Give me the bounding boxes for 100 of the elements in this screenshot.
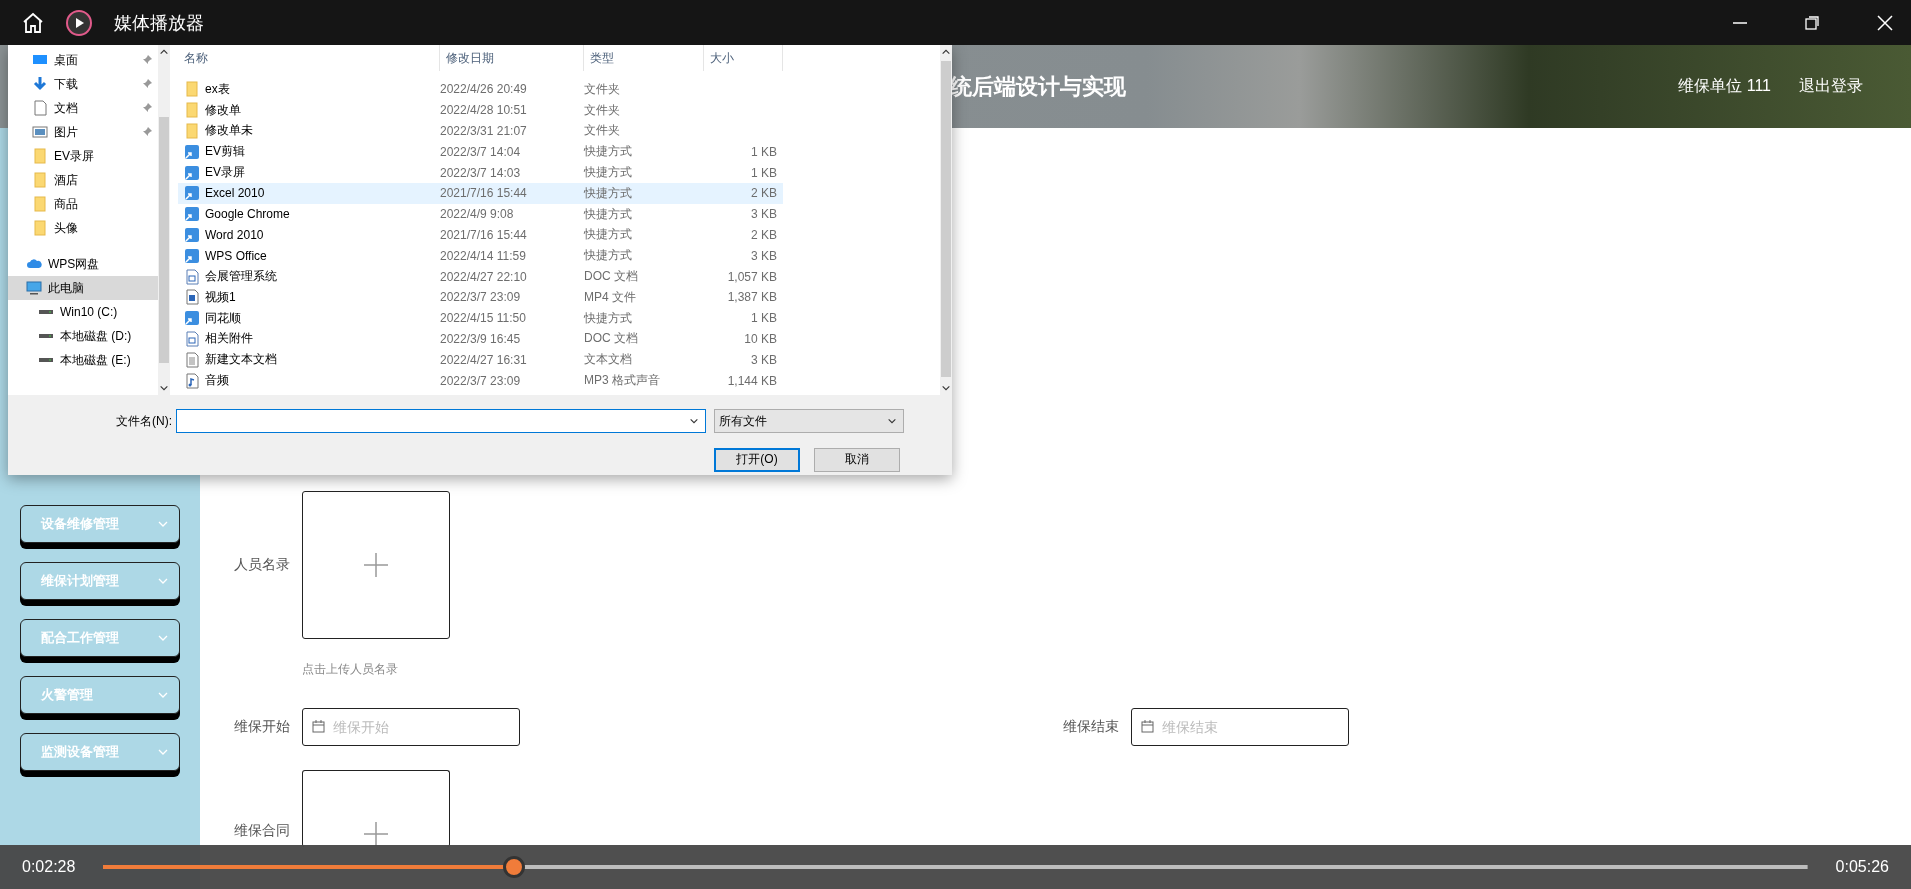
file-size: 10 KB: [743, 331, 777, 346]
file-row[interactable]: 修改单未 2022/3/31 21:07 文件夹: [178, 120, 783, 142]
column-header[interactable]: 名称: [178, 45, 440, 71]
file-name: 同花顺: [205, 309, 241, 327]
file-type: 快捷方式: [583, 247, 633, 265]
nav-item[interactable]: 此电脑: [8, 276, 158, 300]
file-row[interactable]: EV录屏 2022/3/7 14:03 快捷方式 1 KB: [178, 162, 783, 183]
file-name: 会展管理系统: [205, 268, 277, 286]
file-type: MP4 文件: [583, 288, 637, 306]
file-row[interactable]: WPS Office 2022/4/14 11:59 快捷方式 3 KB: [178, 245, 783, 267]
file-date: 2022/3/7 14:03: [439, 165, 522, 180]
nav-item[interactable]: 下载: [8, 72, 158, 96]
file-date: 2022/4/28 10:51: [439, 103, 528, 118]
file-date: 2022/3/31 21:07: [439, 124, 528, 138]
file-row[interactable]: 同花顺 2022/4/15 11:50 快捷方式 1 KB: [178, 307, 783, 329]
file-type-select[interactable]: 所有文件: [714, 409, 904, 434]
file-size: 1 KB: [750, 165, 777, 180]
file-type: 快捷方式: [583, 184, 633, 202]
nav-item[interactable]: EV录屏: [8, 144, 158, 168]
nav-item[interactable]: 头像: [8, 216, 158, 240]
file-size: 2 KB: [750, 227, 777, 242]
nav-item[interactable]: 图片: [8, 120, 158, 144]
file-name: 新建文本文档: [205, 351, 277, 369]
file-date: 2022/3/7 14:04: [439, 144, 522, 159]
column-header[interactable]: 类型: [584, 45, 704, 71]
file-type: 文件夹: [583, 80, 621, 98]
file-row[interactable]: Word 2010 2021/7/16 15:44 快捷方式 2 KB: [178, 224, 783, 246]
file-name: ex表: [205, 80, 230, 98]
column-header[interactable]: 大小: [704, 45, 783, 71]
file-date: 2021/7/16 15:44: [439, 227, 528, 242]
date-field[interactable]: 维保开始: [302, 708, 520, 746]
logout-link[interactable]: 退出登录: [1799, 76, 1863, 97]
file-row[interactable]: Excel 2010 2021/7/16 15:44 快捷方式 2 KB: [178, 183, 783, 204]
nav-item[interactable]: 酒店: [8, 168, 158, 192]
file-type: 文件夹: [583, 101, 621, 119]
file-name: 相关附件: [205, 330, 253, 348]
file-type: 文件夹: [583, 122, 621, 140]
field-label: 维保开始: [234, 718, 291, 736]
file-name: 修改单: [205, 101, 241, 119]
file-row[interactable]: 相关附件 2022/3/9 16:45 DOC 文档 10 KB: [178, 328, 783, 350]
file-type: 快捷方式: [583, 309, 633, 327]
file-size: 1 KB: [750, 311, 777, 326]
file-name: Word 2010: [205, 227, 264, 242]
file-date: 2022/4/27 22:10: [439, 269, 528, 284]
file-row[interactable]: 音频 2022/3/7 23:09 MP3 格式声音 1,144 KB: [178, 370, 783, 391]
nav-item[interactable]: Win10 (C:): [8, 300, 158, 324]
file-date: 2022/4/15 11:50: [439, 311, 527, 326]
nav-item[interactable]: 商品: [8, 192, 158, 216]
column-header[interactable]: 修改日期: [440, 45, 584, 71]
filename-label: 文件名(N):: [116, 412, 172, 430]
file-date: 2022/3/9 16:45: [439, 331, 522, 346]
cancel-button[interactable]: 取消: [814, 447, 900, 472]
nav-item[interactable]: 桌面: [8, 48, 158, 72]
file-type: 快捷方式: [583, 226, 633, 244]
file-type: 快捷方式: [583, 143, 633, 161]
date-field[interactable]: 维保结束: [1131, 708, 1349, 746]
file-row[interactable]: 视频1 2022/3/7 23:09 MP4 文件 1,387 KB: [178, 286, 783, 308]
field-label: 维保合同: [234, 821, 291, 840]
file-name: 视频1: [205, 288, 236, 306]
nav-item[interactable]: 本地磁盘 (D:): [8, 324, 158, 348]
file-row[interactable]: ex表 2022/4/26 20:49 文件夹: [178, 79, 783, 100]
file-row[interactable]: EV剪辑 2022/3/7 14:04 快捷方式 1 KB: [178, 141, 783, 163]
file-type: DOC 文档: [583, 330, 639, 348]
nav-item[interactable]: 文档: [8, 96, 158, 120]
file-row[interactable]: 新建文本文档 2022/4/27 16:31 文本文档 3 KB: [178, 349, 783, 371]
file-size: 3 KB: [750, 207, 777, 222]
nav-item[interactable]: WPS网盘: [8, 252, 158, 276]
file-name: 修改单未: [205, 122, 253, 140]
open-button[interactable]: 打开(O): [714, 447, 800, 472]
file-type: DOC 文档: [583, 268, 639, 286]
file-name: WPS Office: [205, 248, 267, 263]
file-size: 1,144 KB: [726, 373, 777, 388]
file-row[interactable]: Google Chrome 2022/4/9 9:08 快捷方式 3 KB: [178, 203, 783, 225]
file-date: 2022/4/9 9:08: [439, 207, 515, 222]
file-date: 2022/4/26 20:49: [439, 82, 528, 97]
file-type: 快捷方式: [583, 205, 633, 223]
file-size: 2 KB: [750, 186, 777, 201]
file-type: 文本文档: [583, 351, 633, 369]
file-size: 1,057 KB: [726, 269, 777, 284]
elapsed-time: 0:02:28: [22, 858, 76, 876]
user-name: 维保单位 111: [1678, 76, 1771, 96]
file-name: 音频: [205, 372, 229, 390]
field-label: 维保结束: [1063, 718, 1120, 736]
file-size: 1 KB: [750, 144, 777, 159]
app-title: 媒体播放器: [114, 11, 205, 35]
file-name: Excel 2010: [205, 186, 265, 201]
file-date: 2022/4/27 16:31: [439, 352, 528, 367]
file-size: 1,387 KB: [726, 290, 777, 305]
nav-item[interactable]: 本地磁盘 (E:): [8, 348, 158, 372]
file-row[interactable]: 会展管理系统 2022/4/27 22:10 DOC 文档 1,057 KB: [178, 266, 783, 287]
file-date: 2022/3/7 23:09: [439, 290, 522, 305]
file-name: EV录屏: [205, 164, 245, 182]
total-time: 0:05:26: [1835, 858, 1889, 876]
file-date: 2022/3/7 23:09: [439, 373, 522, 388]
upload-hint: 点击上传人员名录: [302, 661, 399, 678]
file-date: 2022/4/14 11:59: [439, 248, 527, 263]
file-name: Google Chrome: [205, 207, 290, 222]
file-type: 快捷方式: [583, 164, 633, 182]
file-size: 3 KB: [750, 248, 777, 263]
file-row[interactable]: 修改单 2022/4/28 10:51 文件夹: [178, 99, 783, 121]
